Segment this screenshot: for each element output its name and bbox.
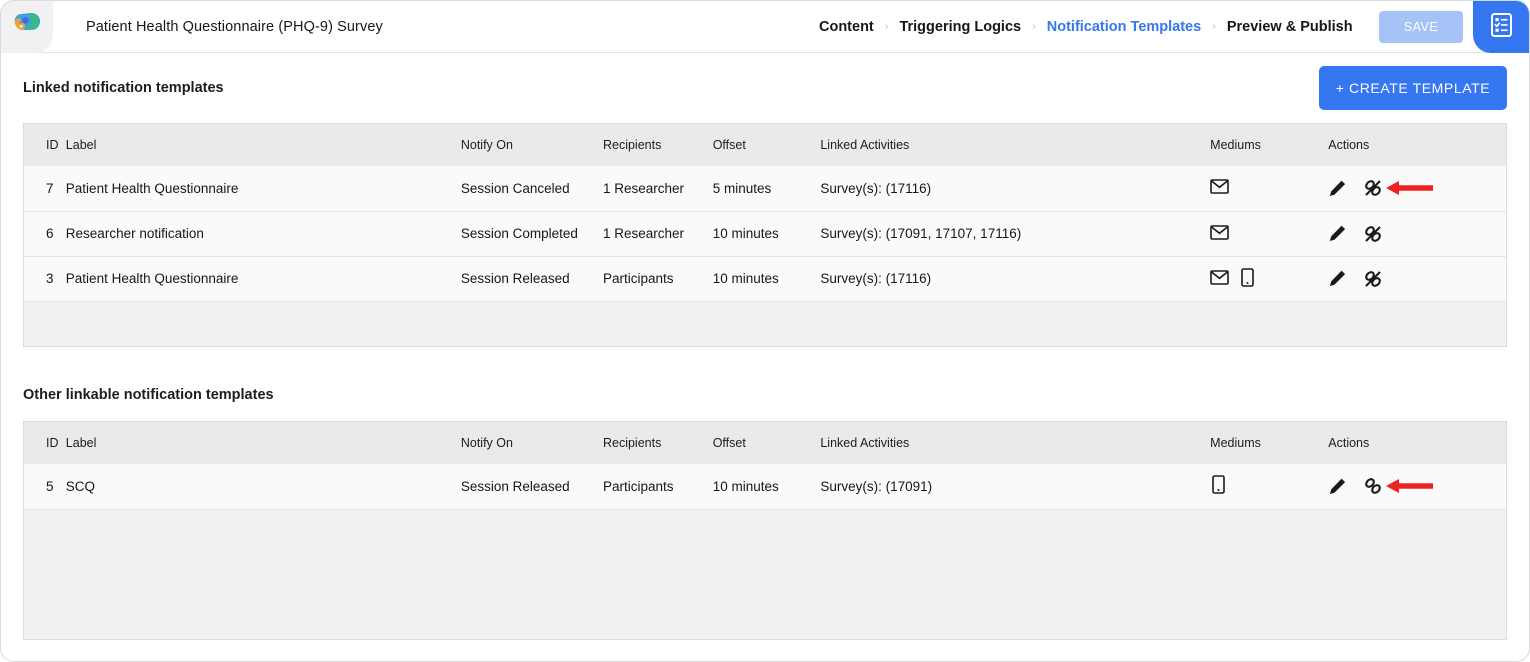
edit-pencil-icon[interactable] — [1328, 179, 1347, 198]
column-header-recipients: Recipients — [603, 422, 713, 464]
email-icon — [1210, 225, 1229, 243]
table-footer-space — [24, 301, 1506, 346]
cell-linked-activities: Survey(s): (17116) — [820, 256, 1210, 301]
cell-mediums — [1210, 464, 1328, 509]
app-logo[interactable] — [1, 1, 53, 53]
nav-item-notification-templates[interactable]: Notification Templates — [1047, 19, 1201, 35]
edit-pencil-icon[interactable] — [1328, 477, 1347, 496]
table-row[interactable]: 5 SCQ Session Released Participants 10 m… — [24, 464, 1506, 509]
app-window: Patient Health Questionnaire (PHQ-9) Sur… — [0, 0, 1530, 662]
cell-offset: 10 minutes — [713, 211, 821, 256]
cell-mediums — [1210, 256, 1328, 301]
cell-offset: 10 minutes — [713, 464, 821, 509]
cell-label: SCQ — [66, 464, 461, 509]
checklist-clipboard-icon — [1490, 12, 1513, 43]
save-button[interactable]: SAVE — [1379, 11, 1463, 43]
edit-pencil-icon[interactable] — [1328, 224, 1347, 243]
cell-actions — [1328, 211, 1506, 256]
top-bar: Patient Health Questionnaire (PHQ-9) Sur… — [1, 1, 1529, 53]
nav-item-triggering-logics[interactable]: Triggering Logics — [899, 19, 1021, 35]
annotation-arrow-icon — [1386, 180, 1434, 196]
column-header-actions: Actions — [1328, 124, 1506, 166]
column-header-id: ID — [24, 422, 66, 464]
other-templates-table: ID Label Notify On Recipients Offset Lin… — [23, 421, 1507, 640]
table-row[interactable]: 3 Patient Health Questionnaire Session R… — [24, 256, 1506, 301]
linked-section-title: Linked notification templates — [23, 80, 224, 96]
cell-recipients: Participants — [603, 464, 713, 509]
column-header-offset: Offset — [713, 422, 821, 464]
linked-section-header: Linked notification templates + CREATE T… — [23, 53, 1507, 123]
table-row[interactable]: 7 Patient Health Questionnaire Session C… — [24, 166, 1506, 211]
cell-id: 5 — [24, 464, 66, 509]
breadcrumb-nav: Content › Triggering Logics › Notificati… — [819, 1, 1353, 53]
cell-id: 6 — [24, 211, 66, 256]
edit-pencil-icon[interactable] — [1328, 269, 1347, 288]
cell-notify-on: Session Canceled — [461, 166, 603, 211]
cell-actions — [1328, 464, 1506, 509]
checklist-panel-button[interactable] — [1473, 1, 1529, 53]
column-header-mediums: Mediums — [1210, 422, 1328, 464]
unlink-icon[interactable] — [1363, 269, 1383, 289]
column-header-notify-on: Notify On — [461, 422, 603, 464]
column-header-linked-activities: Linked Activities — [820, 124, 1210, 166]
cell-linked-activities: Survey(s): (17091) — [820, 464, 1210, 509]
cell-id: 7 — [24, 166, 66, 211]
cell-mediums — [1210, 166, 1328, 211]
table-header-row: ID Label Notify On Recipients Offset Lin… — [24, 422, 1506, 464]
nav-separator: › — [1212, 21, 1216, 33]
cell-notify-on: Session Released — [461, 256, 603, 301]
nav-item-preview-publish[interactable]: Preview & Publish — [1227, 19, 1353, 35]
column-header-label: Label — [66, 422, 461, 464]
nav-separator: › — [1032, 21, 1036, 33]
nav-item-content[interactable]: Content — [819, 19, 874, 35]
cell-actions — [1328, 166, 1506, 211]
cell-mediums — [1210, 211, 1328, 256]
cell-notify-on: Session Released — [461, 464, 603, 509]
annotation-arrow-icon — [1386, 478, 1434, 494]
unlink-icon[interactable] — [1363, 178, 1383, 198]
table-footer-space — [24, 509, 1506, 639]
other-section-title: Other linkable notification templates — [23, 387, 274, 403]
cell-label: Patient Health Questionnaire — [66, 166, 461, 211]
column-header-id: ID — [24, 124, 66, 166]
linked-templates-table: ID Label Notify On Recipients Offset Lin… — [23, 123, 1507, 347]
mobile-icon — [1212, 475, 1225, 497]
brain-logo-icon — [12, 11, 42, 42]
cell-offset: 10 minutes — [713, 256, 821, 301]
column-header-mediums: Mediums — [1210, 124, 1328, 166]
cell-id: 3 — [24, 256, 66, 301]
cell-offset: 5 minutes — [713, 166, 821, 211]
create-template-button[interactable]: + CREATE TEMPLATE — [1319, 66, 1507, 110]
cell-recipients: 1 Researcher — [603, 211, 713, 256]
column-header-notify-on: Notify On — [461, 124, 603, 166]
column-header-offset: Offset — [713, 124, 821, 166]
column-header-linked-activities: Linked Activities — [820, 422, 1210, 464]
cell-label: Researcher notification — [66, 211, 461, 256]
cell-actions — [1328, 256, 1506, 301]
other-section-header: Other linkable notification templates — [23, 369, 1507, 421]
page-body: Linked notification templates + CREATE T… — [1, 53, 1529, 662]
email-icon — [1210, 179, 1229, 197]
column-header-actions: Actions — [1328, 422, 1506, 464]
table-row[interactable]: 6 Researcher notification Session Comple… — [24, 211, 1506, 256]
cell-label: Patient Health Questionnaire — [66, 256, 461, 301]
column-header-recipients: Recipients — [603, 124, 713, 166]
unlink-icon[interactable] — [1363, 224, 1383, 244]
cell-recipients: Participants — [603, 256, 713, 301]
cell-notify-on: Session Completed — [461, 211, 603, 256]
cell-recipients: 1 Researcher — [603, 166, 713, 211]
document-title: Patient Health Questionnaire (PHQ-9) Sur… — [86, 19, 383, 35]
link-icon[interactable] — [1363, 476, 1383, 496]
nav-separator: › — [885, 21, 889, 33]
cell-linked-activities: Survey(s): (17091, 17107, 17116) — [820, 211, 1210, 256]
cell-linked-activities: Survey(s): (17116) — [820, 166, 1210, 211]
column-header-label: Label — [66, 124, 461, 166]
table-header-row: ID Label Notify On Recipients Offset Lin… — [24, 124, 1506, 166]
email-icon — [1210, 270, 1229, 288]
mobile-icon — [1241, 268, 1254, 290]
